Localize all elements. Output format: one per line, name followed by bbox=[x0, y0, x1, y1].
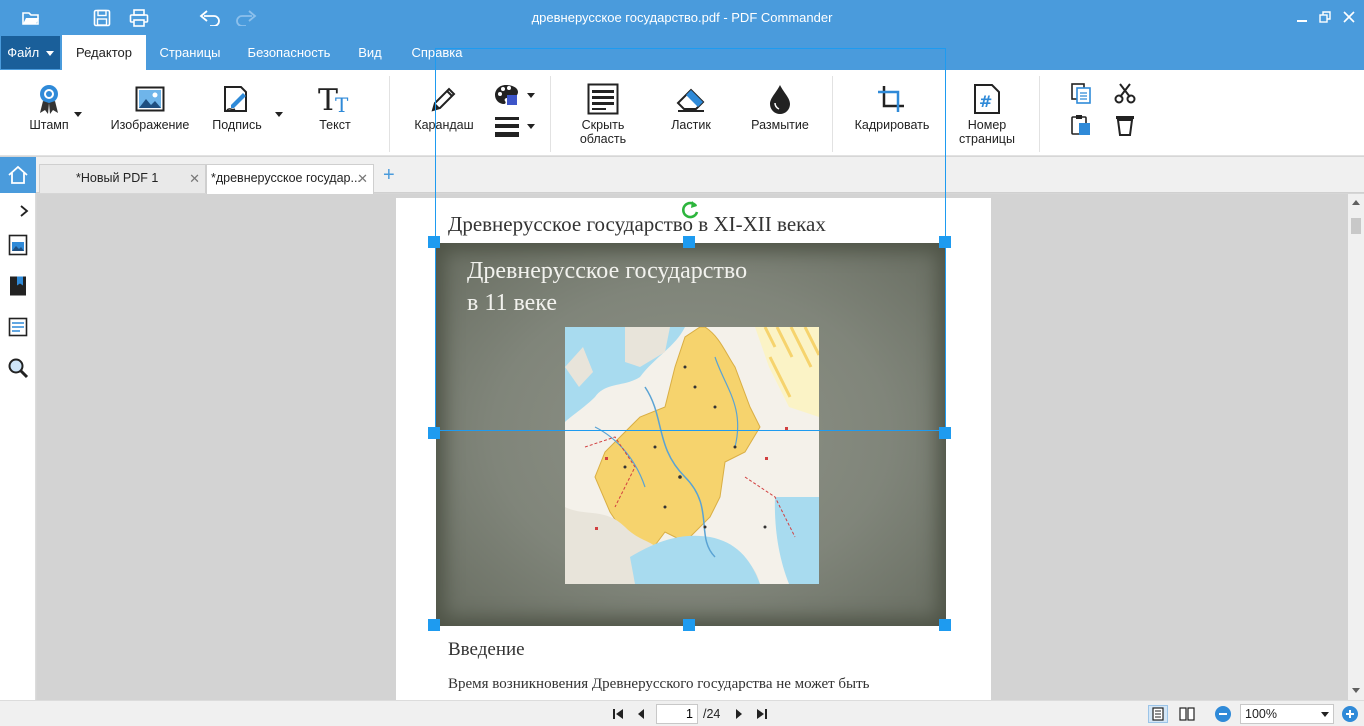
chevron-down-icon bbox=[1321, 712, 1329, 717]
zoom-in-icon[interactable] bbox=[1341, 705, 1359, 723]
signature-label: Подпись bbox=[212, 118, 262, 132]
resize-handle-top-left[interactable] bbox=[428, 236, 440, 248]
scrollbar-thumb[interactable] bbox=[1351, 218, 1361, 234]
add-tab-plus-icon[interactable]: + bbox=[383, 165, 395, 185]
page-number-icon: # bbox=[973, 82, 1001, 116]
signature-icon bbox=[222, 82, 252, 116]
restore-icon[interactable] bbox=[1312, 6, 1338, 28]
zoom-out-icon[interactable] bbox=[1214, 705, 1232, 723]
home-icon bbox=[8, 165, 28, 184]
zoom-value: 100% bbox=[1245, 707, 1277, 721]
status-bar: /24 100% bbox=[0, 700, 1364, 726]
copy-icon[interactable] bbox=[1068, 80, 1094, 106]
home-button[interactable] bbox=[0, 157, 36, 193]
expand-panel-chevron-icon[interactable] bbox=[16, 199, 32, 223]
stamp-dropdown-icon[interactable] bbox=[74, 112, 82, 117]
chevron-down-icon bbox=[45, 51, 54, 57]
resize-handle-left[interactable] bbox=[428, 427, 440, 439]
close-icon[interactable] bbox=[1336, 6, 1362, 28]
annotations-icon[interactable] bbox=[6, 315, 30, 339]
scissors-icon[interactable] bbox=[1112, 80, 1138, 106]
resize-handle-top-right[interactable] bbox=[939, 236, 951, 248]
image-label: Изображение bbox=[110, 118, 190, 132]
delete-icon[interactable] bbox=[1112, 112, 1138, 138]
scroll-down-arrow-icon[interactable] bbox=[1352, 688, 1360, 693]
intro-heading[interactable]: Введение bbox=[448, 639, 525, 661]
single-page-view-icon[interactable] bbox=[1148, 705, 1168, 723]
zoom-select[interactable]: 100% bbox=[1240, 704, 1334, 724]
left-sidebar bbox=[0, 193, 36, 726]
tab-view[interactable]: Вид bbox=[347, 35, 393, 70]
resize-handle-bottom-right[interactable] bbox=[939, 619, 951, 631]
svg-text:#: # bbox=[979, 92, 992, 111]
resize-handle-bottom[interactable] bbox=[683, 619, 695, 631]
ribbon-separator bbox=[389, 76, 390, 152]
doc-tab-2[interactable]: *древнерусское государ... ✕ bbox=[206, 164, 374, 194]
tab-security[interactable]: Безопасность bbox=[236, 35, 342, 70]
stamp-icon bbox=[35, 82, 63, 116]
svg-text:T: T bbox=[335, 93, 349, 114]
resize-handle-bottom-left[interactable] bbox=[428, 619, 440, 631]
doc-tab-label: *Новый PDF 1 bbox=[76, 171, 159, 185]
stamp-button[interactable]: Штамп bbox=[22, 82, 76, 132]
last-page-icon[interactable] bbox=[754, 705, 770, 723]
page-number-label-2: страницы bbox=[959, 132, 1015, 146]
tab-pages[interactable]: Страницы bbox=[146, 35, 234, 70]
close-tab-icon[interactable]: ✕ bbox=[189, 165, 200, 192]
paste-icon[interactable] bbox=[1068, 112, 1094, 138]
intro-paragraph[interactable]: Время возникновения Древнерусского госуд… bbox=[448, 676, 870, 693]
image-icon bbox=[135, 82, 165, 116]
window-title: древнерусское государство.pdf - PDF Comm… bbox=[531, 10, 833, 25]
resize-handle-right[interactable] bbox=[939, 427, 951, 439]
signature-dropdown-icon[interactable] bbox=[275, 112, 283, 117]
close-tab-icon[interactable]: ✕ bbox=[357, 165, 368, 192]
doc-tab-label: *древнерусское государ... bbox=[211, 171, 361, 185]
rotate-handle-icon[interactable] bbox=[679, 199, 701, 221]
doc-tab-1[interactable]: *Новый PDF 1 ✕ bbox=[39, 164, 206, 193]
file-menu-label: Файл bbox=[7, 45, 40, 60]
bookmarks-icon[interactable] bbox=[6, 274, 30, 298]
current-page-input[interactable] bbox=[656, 704, 698, 724]
text-label: Текст bbox=[319, 118, 351, 132]
image-button[interactable]: Изображение bbox=[106, 82, 194, 132]
thumbnails-icon[interactable] bbox=[6, 233, 30, 257]
page-number-button[interactable]: # Номер страницы bbox=[958, 82, 1016, 146]
text-icon: TT bbox=[318, 82, 352, 116]
vertical-scrollbar[interactable] bbox=[1348, 194, 1364, 700]
resize-handle-top[interactable] bbox=[683, 236, 695, 248]
scroll-up-arrow-icon[interactable] bbox=[1352, 200, 1360, 205]
two-page-view-icon[interactable] bbox=[1177, 705, 1197, 723]
prev-page-icon[interactable] bbox=[633, 705, 649, 723]
first-page-icon[interactable] bbox=[610, 705, 626, 723]
search-icon[interactable] bbox=[6, 356, 30, 380]
ribbon-separator bbox=[1039, 76, 1040, 152]
text-button[interactable]: TT Текст bbox=[310, 82, 360, 132]
signature-button[interactable]: Подпись bbox=[208, 82, 266, 132]
file-menu-button[interactable]: Файл bbox=[1, 36, 60, 69]
page-number-label-1: Номер bbox=[967, 118, 1007, 132]
stamp-label: Штамп bbox=[29, 118, 69, 132]
title-bar: древнерусское государство.pdf - PDF Comm… bbox=[0, 0, 1364, 35]
next-page-icon[interactable] bbox=[731, 705, 747, 723]
total-pages-label: /24 bbox=[703, 707, 721, 721]
tab-editor[interactable]: Редактор bbox=[62, 35, 146, 70]
